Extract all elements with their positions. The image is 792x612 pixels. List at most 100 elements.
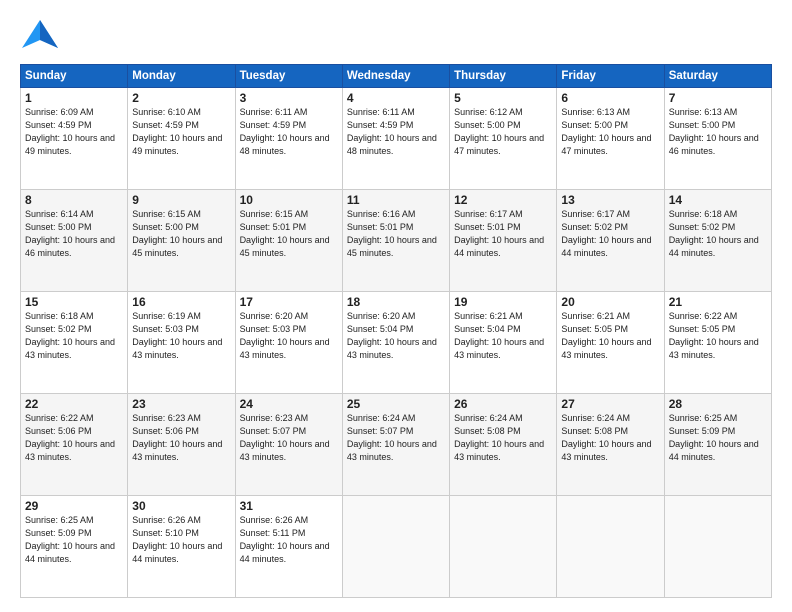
day-number: 29: [25, 499, 123, 513]
day-info: Sunrise: 6:17 AM Sunset: 5:02 PM Dayligh…: [561, 208, 659, 260]
day-number: 21: [669, 295, 767, 309]
weekday-header-saturday: Saturday: [664, 65, 771, 88]
calendar-cell: 6 Sunrise: 6:13 AM Sunset: 5:00 PM Dayli…: [557, 88, 664, 190]
calendar-cell: 25 Sunrise: 6:24 AM Sunset: 5:07 PM Dayl…: [342, 394, 449, 496]
calendar-cell: 16 Sunrise: 6:19 AM Sunset: 5:03 PM Dayl…: [128, 292, 235, 394]
day-number: 23: [132, 397, 230, 411]
day-number: 15: [25, 295, 123, 309]
weekday-header-wednesday: Wednesday: [342, 65, 449, 88]
weekday-header-sunday: Sunday: [21, 65, 128, 88]
day-info: Sunrise: 6:12 AM Sunset: 5:00 PM Dayligh…: [454, 106, 552, 158]
calendar-cell: 17 Sunrise: 6:20 AM Sunset: 5:03 PM Dayl…: [235, 292, 342, 394]
day-number: 24: [240, 397, 338, 411]
calendar-cell: 13 Sunrise: 6:17 AM Sunset: 5:02 PM Dayl…: [557, 190, 664, 292]
calendar-cell: 1 Sunrise: 6:09 AM Sunset: 4:59 PM Dayli…: [21, 88, 128, 190]
calendar-cell: 9 Sunrise: 6:15 AM Sunset: 5:00 PM Dayli…: [128, 190, 235, 292]
day-number: 12: [454, 193, 552, 207]
calendar-cell: [557, 496, 664, 598]
day-info: Sunrise: 6:26 AM Sunset: 5:10 PM Dayligh…: [132, 514, 230, 566]
calendar-cell: 23 Sunrise: 6:23 AM Sunset: 5:06 PM Dayl…: [128, 394, 235, 496]
calendar-cell: 22 Sunrise: 6:22 AM Sunset: 5:06 PM Dayl…: [21, 394, 128, 496]
calendar-cell: [664, 496, 771, 598]
day-number: 30: [132, 499, 230, 513]
day-info: Sunrise: 6:13 AM Sunset: 5:00 PM Dayligh…: [669, 106, 767, 158]
logo: [20, 18, 62, 54]
calendar-cell: 20 Sunrise: 6:21 AM Sunset: 5:05 PM Dayl…: [557, 292, 664, 394]
day-info: Sunrise: 6:24 AM Sunset: 5:07 PM Dayligh…: [347, 412, 445, 464]
day-info: Sunrise: 6:11 AM Sunset: 4:59 PM Dayligh…: [240, 106, 338, 158]
calendar-cell: 24 Sunrise: 6:23 AM Sunset: 5:07 PM Dayl…: [235, 394, 342, 496]
weekday-header-row: SundayMondayTuesdayWednesdayThursdayFrid…: [21, 65, 772, 88]
weekday-header-thursday: Thursday: [450, 65, 557, 88]
day-number: 7: [669, 91, 767, 105]
calendar-cell: 5 Sunrise: 6:12 AM Sunset: 5:00 PM Dayli…: [450, 88, 557, 190]
calendar-cell: 31 Sunrise: 6:26 AM Sunset: 5:11 PM Dayl…: [235, 496, 342, 598]
day-number: 1: [25, 91, 123, 105]
day-info: Sunrise: 6:19 AM Sunset: 5:03 PM Dayligh…: [132, 310, 230, 362]
calendar-cell: 8 Sunrise: 6:14 AM Sunset: 5:00 PM Dayli…: [21, 190, 128, 292]
day-number: 10: [240, 193, 338, 207]
day-info: Sunrise: 6:21 AM Sunset: 5:05 PM Dayligh…: [561, 310, 659, 362]
calendar-cell: 29 Sunrise: 6:25 AM Sunset: 5:09 PM Dayl…: [21, 496, 128, 598]
day-number: 2: [132, 91, 230, 105]
day-number: 3: [240, 91, 338, 105]
weekday-header-friday: Friday: [557, 65, 664, 88]
day-info: Sunrise: 6:18 AM Sunset: 5:02 PM Dayligh…: [669, 208, 767, 260]
calendar-page: SundayMondayTuesdayWednesdayThursdayFrid…: [0, 0, 792, 612]
calendar-cell: 26 Sunrise: 6:24 AM Sunset: 5:08 PM Dayl…: [450, 394, 557, 496]
day-number: 14: [669, 193, 767, 207]
day-info: Sunrise: 6:15 AM Sunset: 5:01 PM Dayligh…: [240, 208, 338, 260]
week-row-5: 29 Sunrise: 6:25 AM Sunset: 5:09 PM Dayl…: [21, 496, 772, 598]
day-number: 31: [240, 499, 338, 513]
calendar-cell: 4 Sunrise: 6:11 AM Sunset: 4:59 PM Dayli…: [342, 88, 449, 190]
day-info: Sunrise: 6:23 AM Sunset: 5:06 PM Dayligh…: [132, 412, 230, 464]
day-number: 25: [347, 397, 445, 411]
day-info: Sunrise: 6:20 AM Sunset: 5:04 PM Dayligh…: [347, 310, 445, 362]
calendar-cell: 14 Sunrise: 6:18 AM Sunset: 5:02 PM Dayl…: [664, 190, 771, 292]
day-info: Sunrise: 6:22 AM Sunset: 5:05 PM Dayligh…: [669, 310, 767, 362]
week-row-4: 22 Sunrise: 6:22 AM Sunset: 5:06 PM Dayl…: [21, 394, 772, 496]
day-number: 18: [347, 295, 445, 309]
day-info: Sunrise: 6:21 AM Sunset: 5:04 PM Dayligh…: [454, 310, 552, 362]
week-row-3: 15 Sunrise: 6:18 AM Sunset: 5:02 PM Dayl…: [21, 292, 772, 394]
calendar-cell: 10 Sunrise: 6:15 AM Sunset: 5:01 PM Dayl…: [235, 190, 342, 292]
calendar-cell: 11 Sunrise: 6:16 AM Sunset: 5:01 PM Dayl…: [342, 190, 449, 292]
day-info: Sunrise: 6:23 AM Sunset: 5:07 PM Dayligh…: [240, 412, 338, 464]
calendar-cell: [342, 496, 449, 598]
day-number: 16: [132, 295, 230, 309]
calendar-cell: 19 Sunrise: 6:21 AM Sunset: 5:04 PM Dayl…: [450, 292, 557, 394]
day-info: Sunrise: 6:11 AM Sunset: 4:59 PM Dayligh…: [347, 106, 445, 158]
day-info: Sunrise: 6:10 AM Sunset: 4:59 PM Dayligh…: [132, 106, 230, 158]
day-number: 13: [561, 193, 659, 207]
calendar-table: SundayMondayTuesdayWednesdayThursdayFrid…: [20, 64, 772, 598]
day-info: Sunrise: 6:16 AM Sunset: 5:01 PM Dayligh…: [347, 208, 445, 260]
header: [20, 18, 772, 54]
calendar-cell: 12 Sunrise: 6:17 AM Sunset: 5:01 PM Dayl…: [450, 190, 557, 292]
day-info: Sunrise: 6:13 AM Sunset: 5:00 PM Dayligh…: [561, 106, 659, 158]
calendar-cell: 15 Sunrise: 6:18 AM Sunset: 5:02 PM Dayl…: [21, 292, 128, 394]
day-info: Sunrise: 6:25 AM Sunset: 5:09 PM Dayligh…: [669, 412, 767, 464]
calendar-cell: 21 Sunrise: 6:22 AM Sunset: 5:05 PM Dayl…: [664, 292, 771, 394]
day-info: Sunrise: 6:24 AM Sunset: 5:08 PM Dayligh…: [561, 412, 659, 464]
day-number: 8: [25, 193, 123, 207]
calendar-cell: 27 Sunrise: 6:24 AM Sunset: 5:08 PM Dayl…: [557, 394, 664, 496]
day-number: 28: [669, 397, 767, 411]
day-number: 5: [454, 91, 552, 105]
calendar-cell: 18 Sunrise: 6:20 AM Sunset: 5:04 PM Dayl…: [342, 292, 449, 394]
day-number: 9: [132, 193, 230, 207]
day-info: Sunrise: 6:24 AM Sunset: 5:08 PM Dayligh…: [454, 412, 552, 464]
day-info: Sunrise: 6:09 AM Sunset: 4:59 PM Dayligh…: [25, 106, 123, 158]
logo-icon: [20, 18, 60, 54]
calendar-cell: [450, 496, 557, 598]
day-number: 22: [25, 397, 123, 411]
day-number: 19: [454, 295, 552, 309]
day-info: Sunrise: 6:25 AM Sunset: 5:09 PM Dayligh…: [25, 514, 123, 566]
day-number: 26: [454, 397, 552, 411]
week-row-2: 8 Sunrise: 6:14 AM Sunset: 5:00 PM Dayli…: [21, 190, 772, 292]
day-number: 4: [347, 91, 445, 105]
day-number: 17: [240, 295, 338, 309]
calendar-cell: 30 Sunrise: 6:26 AM Sunset: 5:10 PM Dayl…: [128, 496, 235, 598]
calendar-cell: 2 Sunrise: 6:10 AM Sunset: 4:59 PM Dayli…: [128, 88, 235, 190]
day-number: 20: [561, 295, 659, 309]
calendar-cell: 7 Sunrise: 6:13 AM Sunset: 5:00 PM Dayli…: [664, 88, 771, 190]
